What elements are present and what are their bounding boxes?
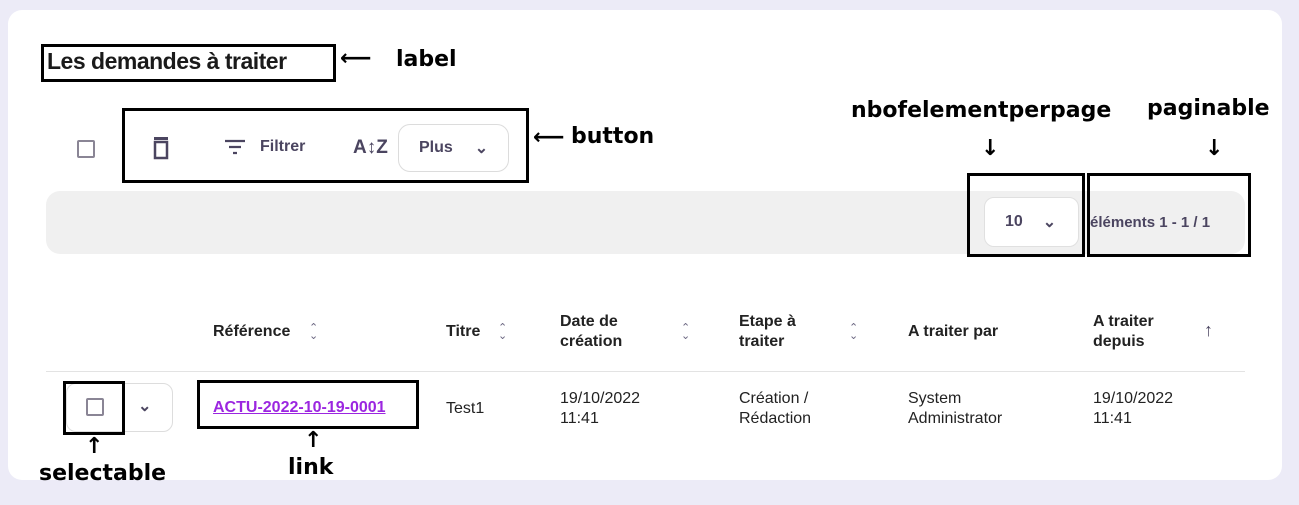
sort-both-icon[interactable]: ⌃ ⌄ <box>849 323 858 342</box>
column-header-reference[interactable]: Référence <box>213 322 290 342</box>
annotation-button: button <box>571 124 655 149</box>
annotation-box-link <box>197 380 419 429</box>
annotation-box-label <box>41 44 336 82</box>
cell-date-creation: 19/10/2022 11:41 <box>560 390 641 427</box>
sort-both-icon[interactable]: ⌃ ⌄ <box>498 323 507 342</box>
annotation-selectable: selectable <box>39 461 167 486</box>
annotation-arrow-selectable: ↑ <box>85 434 104 459</box>
header-divider <box>46 371 1245 372</box>
annotation-paginable: paginable <box>1147 96 1270 121</box>
annotation-box-perpage <box>967 173 1085 257</box>
sort-both-icon[interactable]: ⌃ ⌄ <box>309 323 318 342</box>
sort-asc-icon[interactable]: ↑ <box>1204 320 1213 341</box>
annotation-label: label <box>396 47 457 72</box>
annotation-arrow-button: ⟵ <box>533 125 565 150</box>
annotation-arrow-link: ↑ <box>304 428 323 453</box>
annotation-box-paginable <box>1087 173 1251 257</box>
cell-titre: Test1 <box>446 400 485 417</box>
column-header-etape[interactable]: Etape à traiter <box>739 312 819 352</box>
sort-both-icon[interactable]: ⌃ ⌄ <box>681 323 690 342</box>
column-header-date-creation[interactable]: Date de création <box>560 312 650 352</box>
cell-traiter-depuis: 19/10/2022 11:41 <box>1093 390 1174 427</box>
annotation-box-button <box>122 108 529 183</box>
column-header-traiter-par[interactable]: A traiter par <box>908 322 998 342</box>
annotation-nbofelementperpage: nbofelementperpage <box>851 98 1112 123</box>
cell-etape: Création / Rédaction <box>739 390 812 427</box>
row-expand-chevron-icon[interactable]: ⌄ <box>138 396 151 416</box>
annotation-link: link <box>288 455 334 480</box>
select-all-checkbox[interactable] <box>77 140 95 158</box>
column-header-traiter-depuis[interactable]: A traiter depuis <box>1093 312 1173 352</box>
annotation-arrow-label: ⟵ <box>340 46 372 71</box>
cell-traiter-par: System Administrator <box>908 390 1003 427</box>
annotation-arrow-paginable: ↓ <box>1205 136 1224 161</box>
annotation-box-selectable <box>63 381 125 435</box>
annotation-arrow-perpage: ↓ <box>981 136 1000 161</box>
column-header-titre[interactable]: Titre <box>446 322 480 342</box>
